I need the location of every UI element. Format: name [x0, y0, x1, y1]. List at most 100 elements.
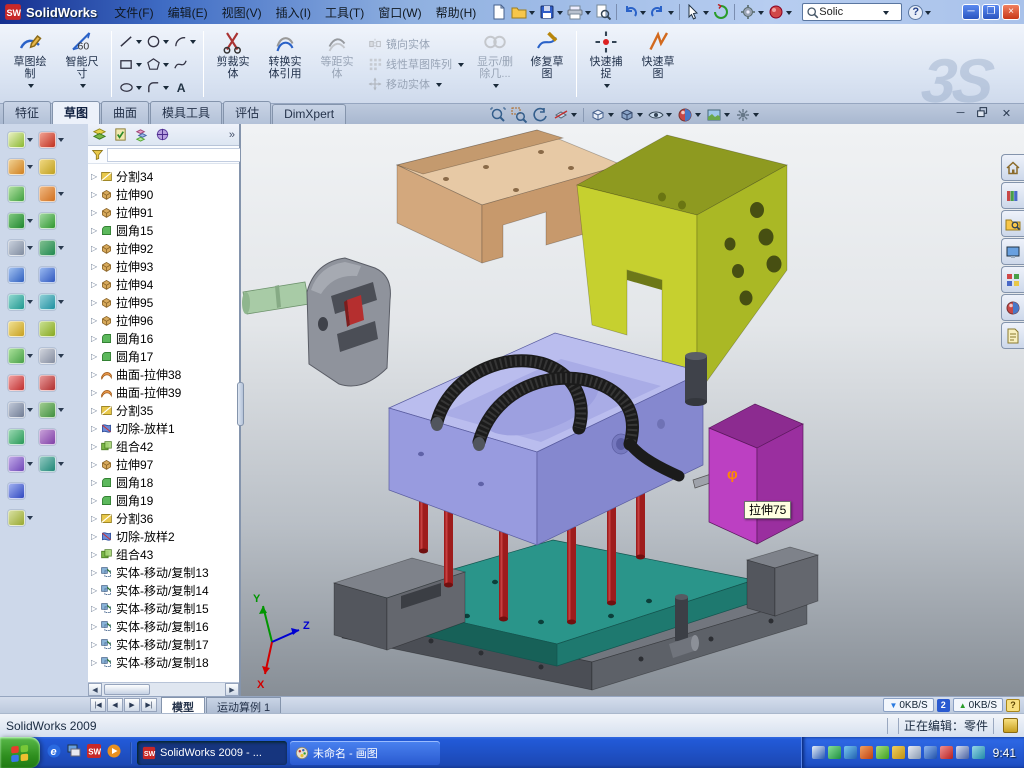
- tree-item-24[interactable]: ▷实体-移动/复制14: [88, 581, 239, 599]
- menu-help[interactable]: 帮助(H): [429, 1, 484, 24]
- go-first-button[interactable]: |◀: [90, 698, 106, 712]
- go-last-button[interactable]: ▶|: [141, 698, 157, 712]
- dropdown-arrow-icon[interactable]: [163, 40, 169, 47]
- tree-item-18[interactable]: ▷圆角18: [88, 473, 239, 491]
- graphics-utility-icon[interactable]: [828, 746, 841, 759]
- tab-evaluate[interactable]: 评估: [223, 101, 271, 124]
- mirror-tool-icon[interactable]: [8, 402, 25, 418]
- print-preview-icon[interactable]: [593, 2, 613, 22]
- expander-icon[interactable]: ▷: [91, 514, 100, 523]
- split-tool-icon[interactable]: [39, 429, 56, 445]
- redo-icon[interactable]: [648, 2, 676, 22]
- view-palette-icon[interactable]: [1001, 266, 1024, 293]
- features-flyout-icon[interactable]: [8, 159, 25, 175]
- tree-item-4[interactable]: ▷圆角15: [88, 221, 239, 239]
- zoom-area-icon[interactable]: [509, 106, 529, 124]
- dropdown-arrow-icon[interactable]: [136, 40, 142, 47]
- taskbar-button-paint[interactable]: 未命名 - 画图: [290, 741, 440, 765]
- taskbar-button-solidworks[interactable]: SW SolidWorks 2009 - ...: [137, 741, 287, 765]
- dimxpert-manager-tab[interactable]: [155, 127, 170, 142]
- move-copy-tool-icon[interactable]: [39, 456, 56, 472]
- print-icon[interactable]: [565, 2, 593, 22]
- tree-filter-input[interactable]: [107, 148, 241, 162]
- circle-tool[interactable]: [144, 30, 171, 53]
- volume-icon[interactable]: [908, 746, 921, 759]
- menu-file[interactable]: 文件(F): [107, 1, 160, 24]
- line-tool[interactable]: [117, 30, 144, 53]
- options-icon[interactable]: [738, 2, 766, 22]
- expander-icon[interactable]: ▷: [91, 226, 100, 235]
- loft-tool-icon[interactable]: [39, 186, 56, 202]
- help-dropdown-icon[interactable]: [925, 11, 931, 18]
- splitter-handle[interactable]: [237, 382, 244, 426]
- appearances-scenes-icon[interactable]: [1001, 294, 1024, 321]
- section-view-icon[interactable]: [551, 106, 579, 124]
- hide-show-items-icon[interactable]: [646, 106, 674, 124]
- custom-properties-icon[interactable]: [1001, 322, 1024, 349]
- boundary-tool-icon[interactable]: [39, 240, 56, 256]
- search-input[interactable]: [819, 6, 881, 18]
- dropdown-arrow-icon[interactable]: [604, 84, 610, 91]
- expander-icon[interactable]: ▷: [91, 496, 100, 505]
- point-tool-icon[interactable]: [39, 321, 56, 337]
- doc-minimize-button[interactable]: ─: [953, 106, 968, 120]
- mirror-entities-button[interactable]: 镜向实体: [368, 36, 464, 52]
- dropdown-arrow-icon[interactable]: [608, 113, 614, 120]
- tree-item-16[interactable]: ▷组合42: [88, 437, 239, 455]
- dropdown-arrow-icon[interactable]: [136, 63, 142, 70]
- dropdown-arrow-icon[interactable]: [80, 84, 86, 91]
- dropdown-arrow-icon[interactable]: [163, 63, 169, 70]
- expander-icon[interactable]: ▷: [91, 604, 100, 613]
- dropdown-arrow-icon[interactable]: [557, 11, 563, 18]
- expander-icon[interactable]: ▷: [91, 190, 100, 199]
- solidworks-resources-icon[interactable]: [1001, 154, 1024, 181]
- tab-mold-tools[interactable]: 模具工具: [150, 101, 222, 124]
- tree-item-9[interactable]: ▷拉伸96: [88, 311, 239, 329]
- rectangle-tool[interactable]: [117, 53, 144, 76]
- menu-edit[interactable]: 编辑(E): [161, 1, 215, 24]
- dropdown-arrow-icon[interactable]: [458, 63, 464, 70]
- expander-icon[interactable]: ▷: [91, 568, 100, 577]
- tree-item-12[interactable]: ▷曲面-拉伸38: [88, 365, 239, 383]
- dropdown-arrow-icon[interactable]: [758, 11, 764, 18]
- expander-icon[interactable]: ▷: [91, 640, 100, 649]
- pattern-tool-icon[interactable]: [8, 240, 25, 256]
- dropdown-arrow-icon[interactable]: [786, 11, 792, 18]
- sketch-button[interactable]: 草图绘制: [4, 27, 56, 101]
- convert-entities-button[interactable]: 转换实体引用: [259, 27, 311, 101]
- sketch-text-tool[interactable]: A: [171, 76, 198, 99]
- tree-item-20[interactable]: ▷分割36: [88, 509, 239, 527]
- open-document-icon[interactable]: [509, 2, 537, 22]
- polygon-tool[interactable]: [144, 53, 171, 76]
- tree-item-1[interactable]: ▷分割34: [88, 167, 239, 185]
- spline-flyout-icon[interactable]: [8, 510, 25, 526]
- menu-insert[interactable]: 插入(I): [269, 1, 318, 24]
- offset-entities-button[interactable]: 等距实体: [311, 27, 363, 101]
- spline-tool[interactable]: [171, 53, 198, 76]
- tree-item-6[interactable]: ▷拉伸93: [88, 257, 239, 275]
- filter-funnel-icon[interactable]: [91, 148, 104, 161]
- dropdown-arrow-icon[interactable]: [436, 83, 442, 90]
- linear-sketch-pattern-button[interactable]: 线性草图阵列: [368, 56, 464, 72]
- security-shield-icon[interactable]: [892, 746, 905, 759]
- expander-icon[interactable]: ▷: [91, 208, 100, 217]
- download-manager-icon[interactable]: [876, 746, 889, 759]
- tree-item-3[interactable]: ▷拉伸91: [88, 203, 239, 221]
- view-orientation-icon[interactable]: [588, 106, 616, 124]
- update-icon[interactable]: [940, 746, 953, 759]
- trim-entities-button[interactable]: 剪裁实体: [207, 27, 259, 101]
- display-delete-relations-button[interactable]: 显示/删除几...: [469, 27, 521, 101]
- expander-icon[interactable]: ▷: [91, 262, 100, 271]
- media-player-icon[interactable]: [106, 743, 122, 762]
- property-manager-tab[interactable]: [113, 127, 128, 142]
- motion-study-tab[interactable]: 运动算例 1: [206, 697, 281, 713]
- combine-tool-icon[interactable]: [39, 402, 56, 418]
- search-box[interactable]: [802, 3, 902, 21]
- show-desktop-icon[interactable]: [66, 743, 82, 762]
- app-restore-button[interactable]: ❐: [982, 4, 1000, 20]
- expander-icon[interactable]: ▷: [91, 658, 100, 667]
- expander-icon[interactable]: ▷: [91, 460, 100, 469]
- tree-item-28[interactable]: ▷实体-移动/复制18: [88, 653, 239, 671]
- undo-icon[interactable]: [620, 2, 648, 22]
- tab-dimxpert[interactable]: DimXpert: [272, 104, 346, 124]
